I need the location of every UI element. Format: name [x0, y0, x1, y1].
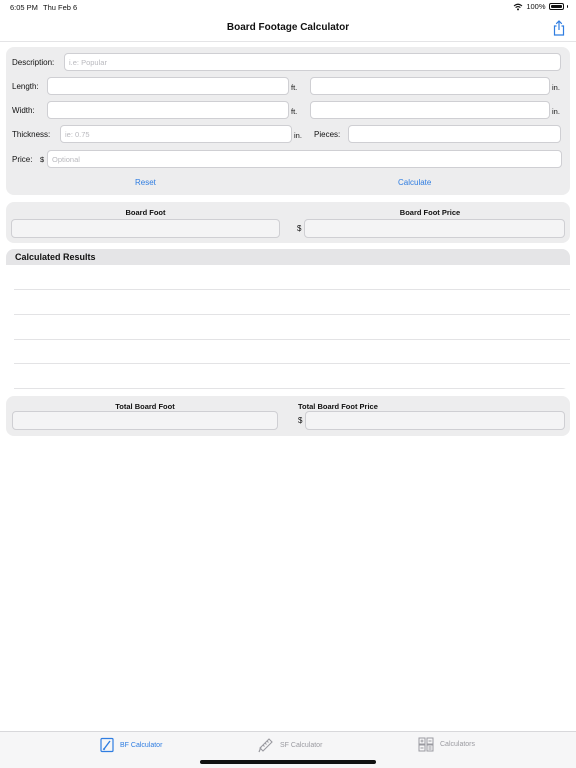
table-row-divider	[14, 289, 570, 290]
price-currency: $	[40, 155, 45, 164]
input-card: Description: Length: ft. in. Width: ft. …	[6, 47, 570, 195]
total-board-foot-price-output	[305, 411, 565, 430]
length-in-input[interactable]	[310, 77, 550, 95]
status-time: 6:05 PM	[10, 3, 38, 12]
width-in-input[interactable]	[310, 101, 550, 119]
length-label: Length:	[12, 82, 39, 91]
width-ft-unit: ft.	[291, 107, 298, 116]
tab-calculators[interactable]: Calculators	[418, 737, 475, 752]
home-indicator	[200, 760, 376, 764]
pieces-label: Pieces:	[314, 130, 341, 139]
tab-calculators-label: Calculators	[440, 741, 476, 748]
tab-sf-calculator-label: SF Calculator	[280, 741, 323, 749]
total-board-foot-price-heading: Total Board Foot Price	[298, 402, 378, 411]
totals-card: Total Board Foot Total Board Foot Price …	[6, 396, 570, 436]
page-title: Board Footage Calculator	[226, 22, 350, 33]
total-board-foot-price-currency: $	[298, 416, 303, 425]
results-header: Calculated Results	[6, 249, 570, 265]
tab-sf-calculator[interactable]: SF Calculator	[258, 737, 322, 753]
calculate-button[interactable]: Calculate	[398, 178, 431, 187]
pieces-input[interactable]	[348, 125, 561, 143]
board-foot-price-heading: Board Foot Price	[399, 208, 461, 217]
table-row-divider	[14, 388, 570, 389]
pencil-square-icon	[100, 737, 114, 753]
length-in-unit: in.	[552, 83, 560, 92]
price-label: Price:	[12, 155, 33, 164]
thickness-input[interactable]	[60, 125, 292, 143]
length-ft-unit: ft.	[291, 83, 298, 92]
board-foot-card: Board Foot Board Foot Price $	[6, 202, 570, 243]
tab-bf-calculator[interactable]: BF Calculator	[100, 737, 162, 753]
board-foot-heading: Board Foot	[125, 208, 166, 217]
length-ft-input[interactable]	[47, 77, 289, 95]
total-board-foot-output	[12, 411, 278, 430]
price-input[interactable]	[47, 150, 562, 168]
status-indicators: 100%	[513, 2, 568, 11]
battery-nub	[566, 5, 568, 8]
calculated-results-table: Calculated Results	[6, 249, 570, 389]
status-bar: 6:05 PM Thu Feb 6 100%	[0, 0, 576, 14]
battery-percent: 100%	[526, 2, 546, 11]
ruler-pencil-icon	[258, 738, 273, 753]
width-label: Width:	[12, 106, 35, 115]
navigation-bar: Board Footage Calculator	[0, 14, 576, 42]
total-board-foot-heading: Total Board Foot	[115, 402, 175, 411]
width-ft-input[interactable]	[47, 101, 289, 119]
description-label: Description:	[12, 58, 55, 67]
tab-bf-calculator-label: BF Calculator	[120, 741, 163, 749]
table-row-divider	[14, 339, 570, 340]
wifi-icon	[513, 3, 523, 10]
table-row-divider	[14, 363, 570, 364]
reset-button[interactable]: Reset	[135, 178, 156, 187]
board-foot-price-currency: $	[297, 224, 302, 233]
table-row-divider	[14, 314, 570, 315]
share-icon[interactable]	[552, 20, 566, 36]
thickness-in-unit: in.	[294, 131, 302, 140]
thickness-label: Thickness:	[12, 130, 51, 139]
battery-icon	[548, 3, 564, 10]
calculator-grid-icon	[418, 737, 434, 752]
description-input[interactable]	[64, 53, 561, 71]
width-in-unit: in.	[552, 107, 560, 116]
status-date: Thu Feb 6	[43, 3, 78, 12]
board-foot-price-output	[304, 219, 565, 238]
board-foot-output	[11, 219, 280, 238]
